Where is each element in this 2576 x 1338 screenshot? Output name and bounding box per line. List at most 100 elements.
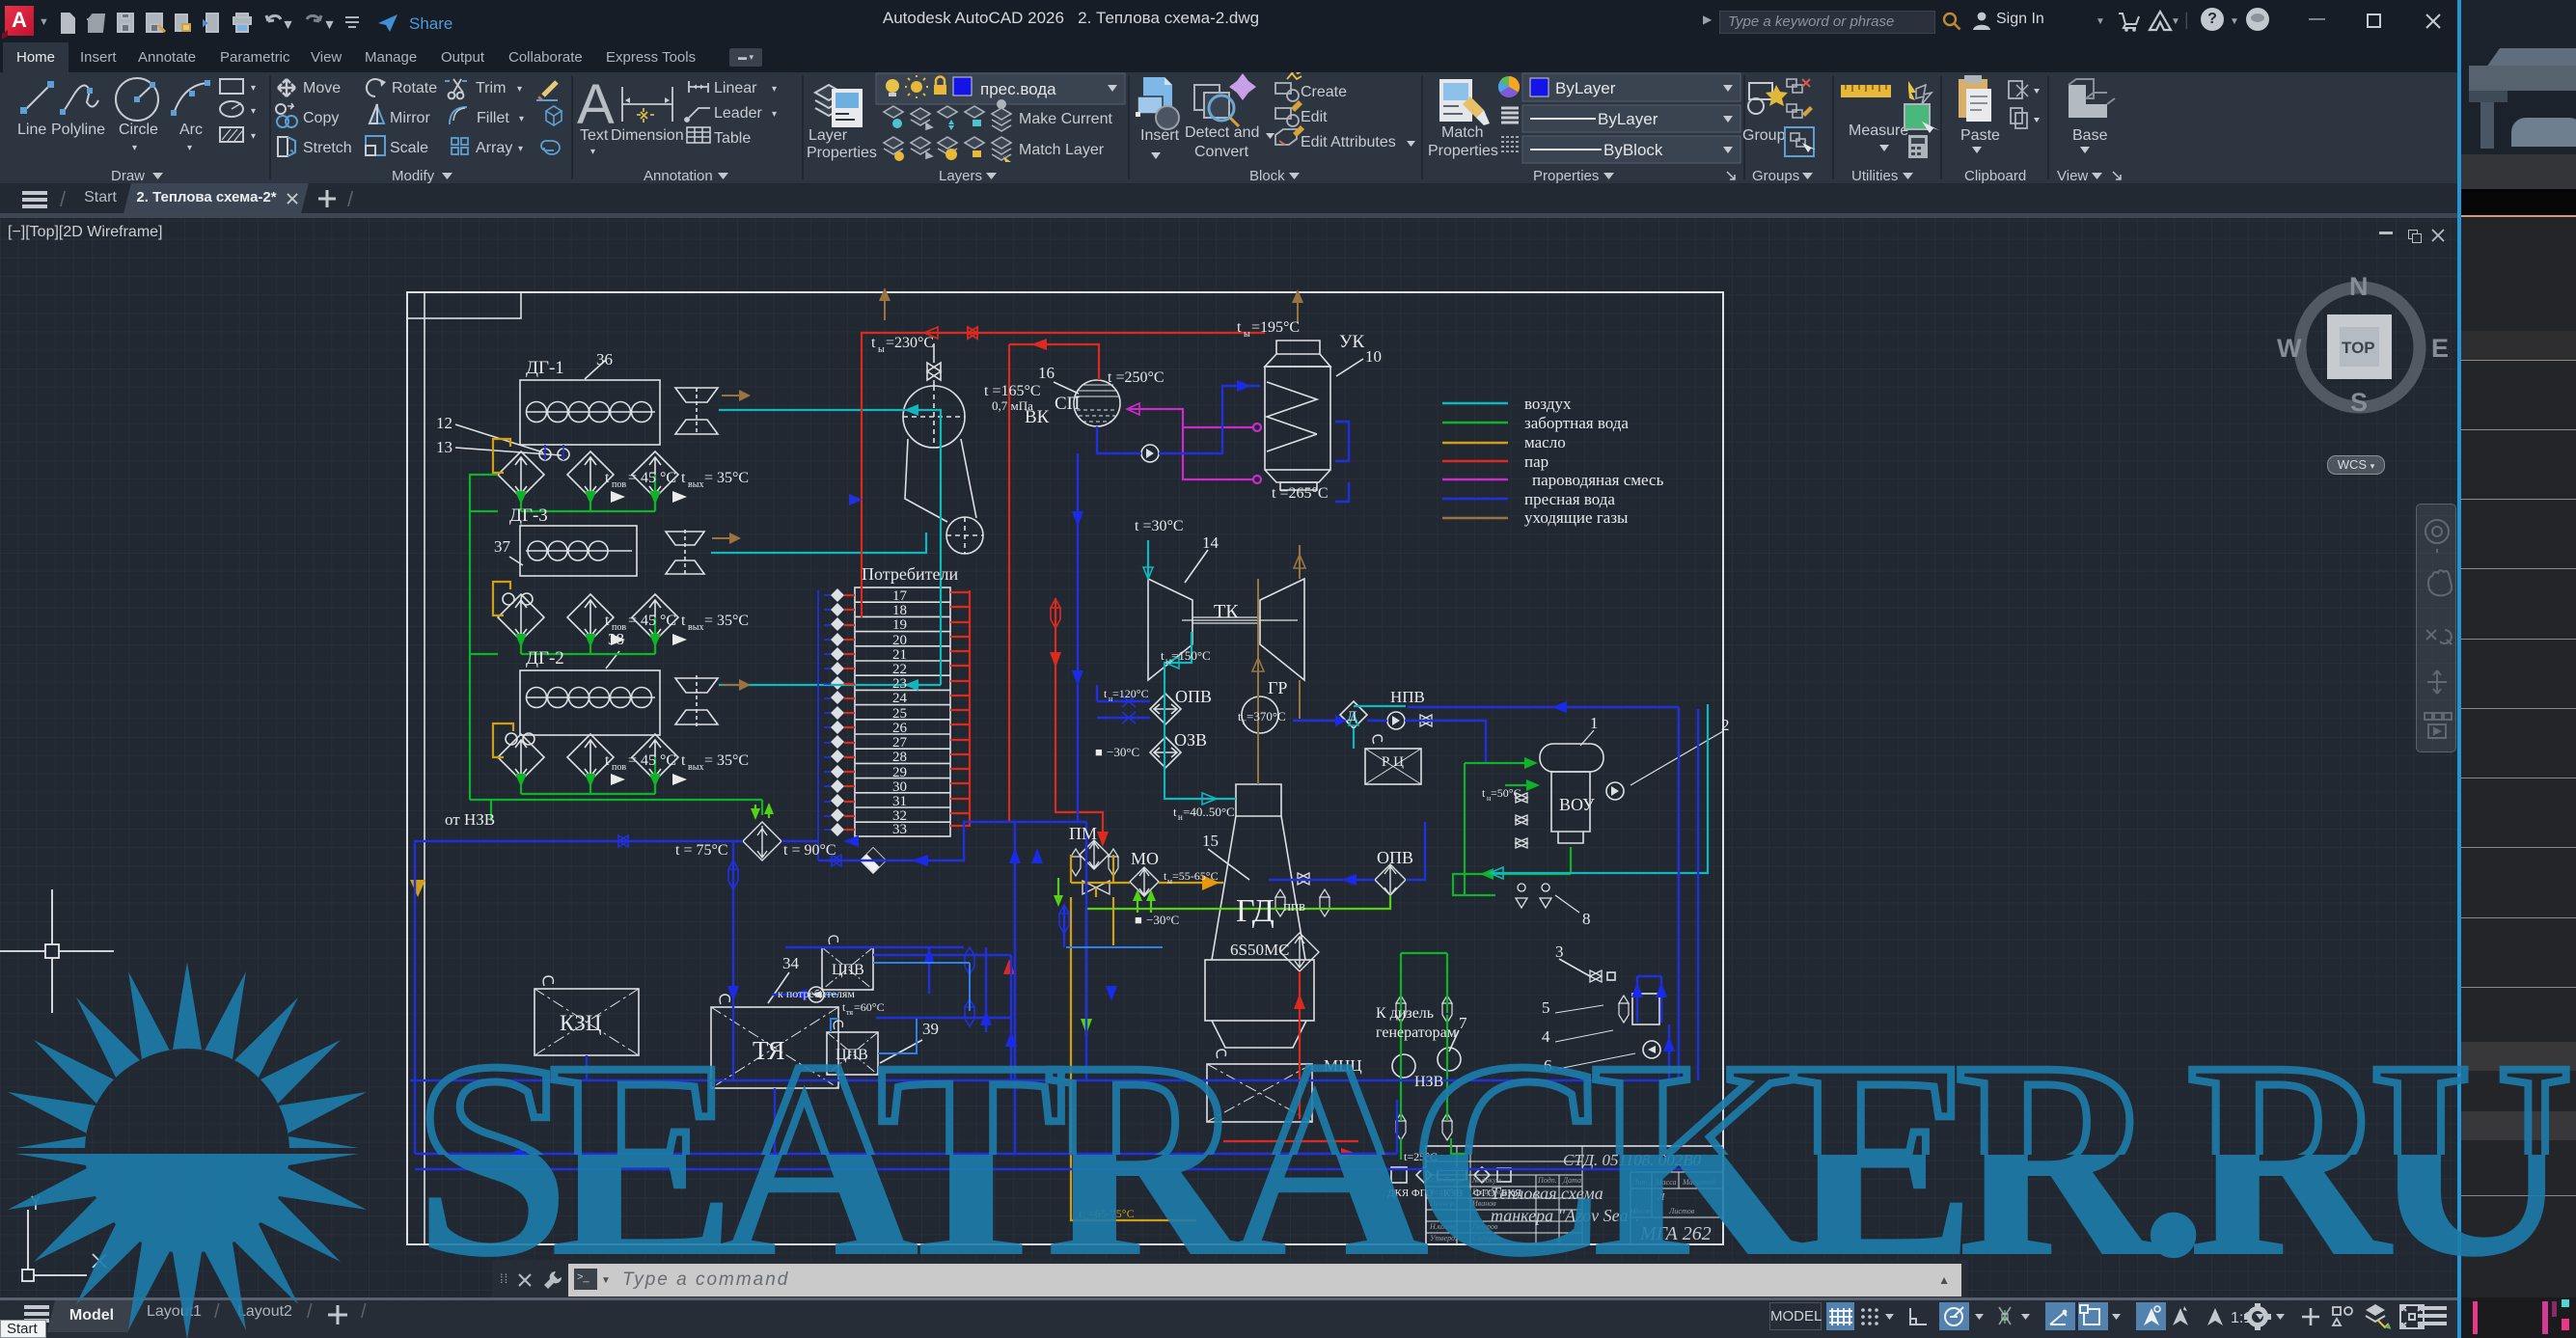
svg-text:Convert: Convert	[1194, 144, 1249, 160]
svg-text:t: t	[681, 470, 686, 486]
svg-text:20: 20	[892, 633, 907, 648]
svg-text:15: 15	[1202, 832, 1219, 850]
svg-text:Circle: Circle	[119, 122, 158, 138]
svg-text:Copy: Copy	[303, 110, 339, 126]
svg-text:к потребителям: к потребителям	[778, 987, 855, 1000]
svg-text:= 35°C: = 35°C	[704, 470, 749, 486]
svg-text:ТК: ТК	[1214, 601, 1239, 622]
svg-text:View: View	[2057, 168, 2088, 183]
svg-text:Properties: Properties	[807, 145, 877, 161]
svg-text:Clipboard: Clipboard	[1964, 168, 2026, 183]
svg-text:■: ■	[1095, 745, 1103, 759]
svg-text:t: t	[605, 470, 610, 486]
svg-text:забортная вода: забортная вода	[1524, 414, 1629, 432]
svg-text:Масштаб: Масштаб	[1682, 1178, 1716, 1187]
svg-text:Layers: Layers	[939, 168, 982, 183]
svg-text:=150°C: =150°C	[1171, 648, 1211, 663]
svg-text:33: 33	[892, 822, 907, 837]
svg-text:=60°C: =60°C	[854, 1000, 885, 1014]
svg-text:21: 21	[892, 647, 907, 663]
svg-text:W: W	[2277, 334, 2302, 363]
svg-text:=120°C: =120°C	[1112, 687, 1149, 700]
svg-text:Иванов: Иванов	[1471, 1199, 1496, 1208]
svg-text:t: t	[871, 335, 876, 351]
svg-text:Scale: Scale	[390, 140, 428, 156]
svg-text:5: 5	[1542, 998, 1550, 1017]
svg-text:t: t	[605, 752, 610, 769]
svg-text:TOP: TOP	[2342, 339, 2375, 357]
svg-text:6: 6	[1544, 1056, 1552, 1075]
svg-text:Group: Group	[1742, 127, 1786, 144]
svg-text:=55-65°C: =55-65°C	[1172, 869, 1219, 883]
svg-text:Разраб.: Разраб.	[1429, 1188, 1455, 1196]
svg-text:Properties: Properties	[1428, 143, 1498, 159]
svg-text:13: 13	[436, 438, 452, 456]
svg-text:▾: ▾	[519, 114, 524, 124]
svg-text:Л: Л	[1657, 1191, 1665, 1203]
svg-text:19: 19	[892, 617, 907, 633]
svg-text:▾: ▾	[517, 84, 522, 95]
svg-text:ГД: ГД	[1236, 893, 1274, 929]
svg-text:= 35°C: = 35°C	[704, 752, 749, 769]
svg-text:Тепловая схема: Тепловая схема	[1491, 1184, 1603, 1203]
svg-text:t: t	[1161, 648, 1165, 663]
svg-text:Match: Match	[1441, 124, 1484, 141]
svg-text:МО: МО	[1131, 849, 1159, 868]
svg-text:пар: пар	[1524, 452, 1548, 471]
svg-text:вых: вых	[688, 762, 703, 773]
svg-text:Create: Create	[1301, 84, 1347, 100]
svg-text:= 45 °C: = 45 °C	[628, 470, 676, 486]
svg-text:t: t	[1238, 709, 1242, 724]
svg-text:Paste: Paste	[1960, 127, 2000, 144]
svg-text:t=25°C: t=25°C	[1404, 1150, 1438, 1163]
svg-text:34: 34	[782, 954, 800, 972]
svg-text:Изм Лист: Изм Лист	[1427, 1176, 1462, 1185]
svg-text:Edit: Edit	[1301, 109, 1328, 125]
svg-text:Н.контр.: Н.контр.	[1429, 1222, 1460, 1231]
svg-text:ВОУ: ВОУ	[1559, 795, 1595, 814]
svg-text:ByLayer: ByLayer	[1555, 79, 1616, 97]
svg-text:Edit Attributes: Edit Attributes	[1301, 134, 1396, 150]
svg-text:39: 39	[922, 1020, 939, 1038]
svg-text:t = 75°C: t = 75°C	[675, 842, 728, 859]
svg-text:ОПВ: ОПВ	[1175, 687, 1212, 706]
svg-text:t =165°C: t =165°C	[984, 383, 1041, 399]
svg-text:Array: Array	[476, 140, 512, 156]
svg-text:Match Layer: Match Layer	[1019, 142, 1105, 158]
svg-text:Base: Base	[2072, 127, 2108, 144]
svg-text:ЦПВ: ЦПВ	[836, 1047, 868, 1063]
svg-text:24: 24	[892, 691, 908, 706]
svg-text:=65-75°C: =65-75°C	[1088, 1207, 1135, 1220]
svg-text:ппв: ппв	[1283, 899, 1305, 915]
svg-text:t = 90°C: t = 90°C	[783, 842, 836, 859]
svg-text:▾: ▾	[187, 143, 192, 153]
svg-text:=230°C: =230°C	[886, 335, 934, 351]
svg-text:7: 7	[1459, 1014, 1467, 1032]
svg-text:14: 14	[1202, 533, 1219, 552]
svg-text:пов: пов	[612, 622, 626, 633]
svg-text:НПВ: НПВ	[1390, 688, 1425, 706]
svg-text:18: 18	[892, 603, 907, 618]
svg-text:37: 37	[494, 537, 511, 556]
svg-text:ОЗВ: ОЗВ	[1174, 730, 1207, 750]
svg-text:Fillet: Fillet	[477, 110, 509, 126]
svg-text:Insert: Insert	[1140, 127, 1180, 144]
svg-text:Make Current: Make Current	[1019, 111, 1112, 127]
svg-text:Листов: Листов	[1668, 1207, 1695, 1215]
svg-text:28: 28	[892, 750, 907, 765]
svg-text:30: 30	[892, 779, 907, 795]
svg-text:ДГ-2: ДГ-2	[526, 648, 564, 669]
svg-text:=370°C: =370°C	[1247, 709, 1286, 724]
svg-text:= 45 °C: = 45 °C	[628, 752, 676, 769]
svg-text:Д: Д	[1347, 709, 1357, 724]
svg-text:N: N	[2349, 272, 2369, 301]
svg-text:Move: Move	[303, 80, 341, 96]
svg-text:ДГ-3: ДГ-3	[509, 505, 548, 526]
svg-text:= 35°C: = 35°C	[704, 613, 749, 629]
svg-text:t: t	[1173, 805, 1177, 819]
svg-text:МЦЦ: МЦЦ	[1324, 1056, 1362, 1075]
svg-text:ы: ы	[878, 344, 885, 355]
svg-text:Лист: Лист	[1631, 1207, 1651, 1215]
svg-text:уходящие газы: уходящие газы	[1524, 508, 1629, 527]
svg-text:▾: ▾	[590, 147, 595, 157]
